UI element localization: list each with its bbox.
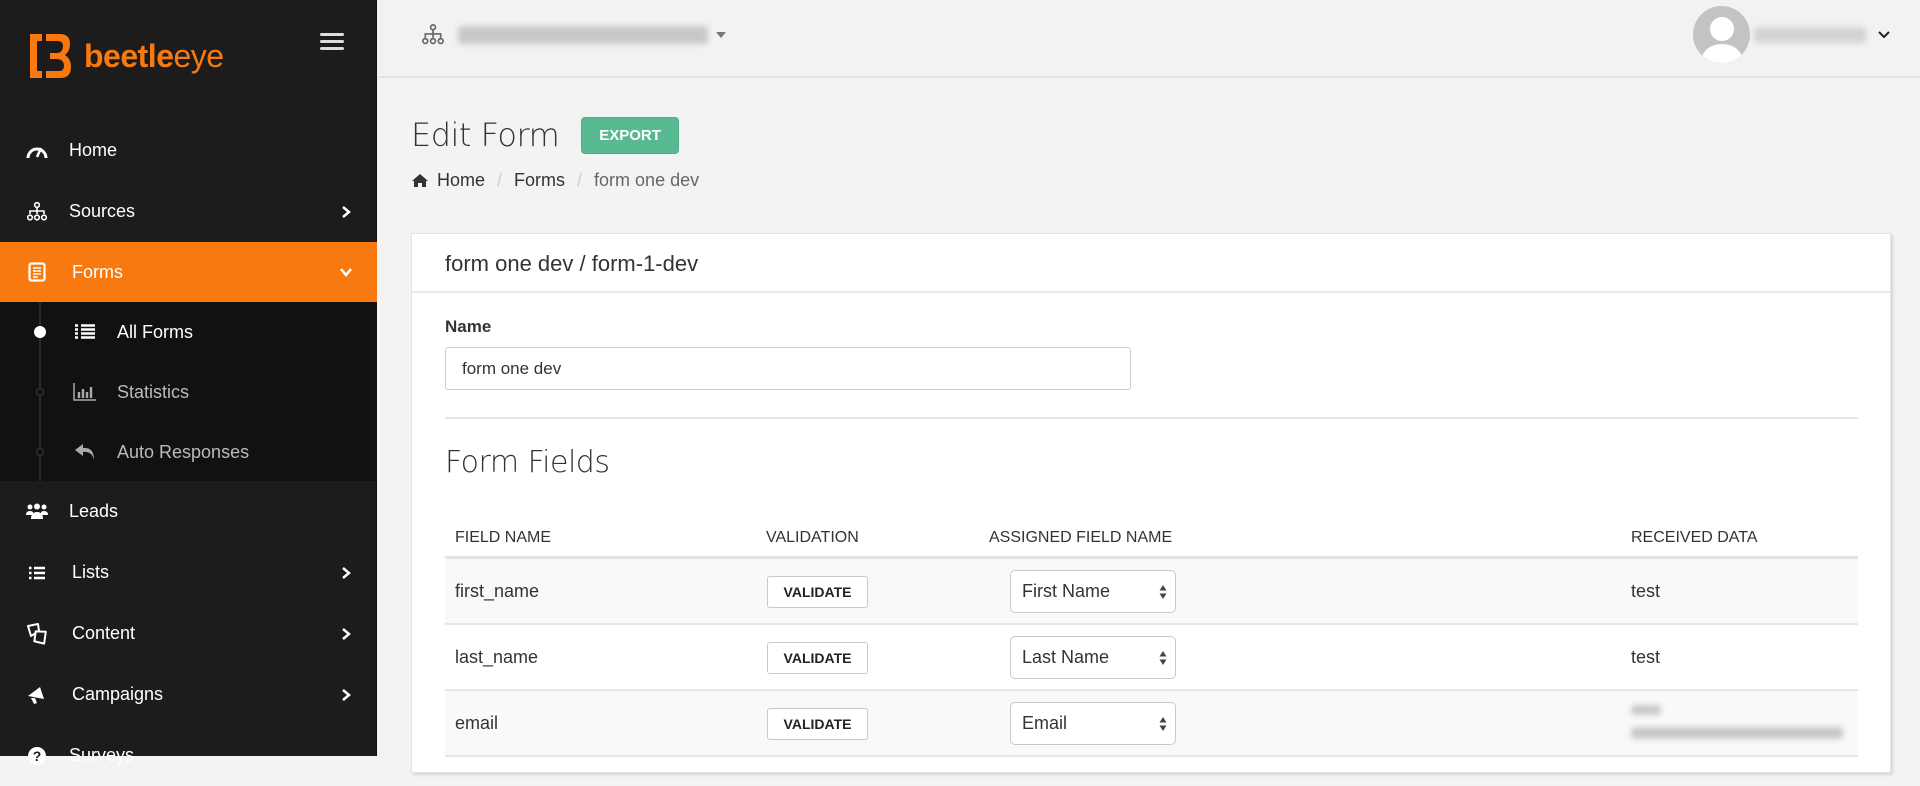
sidebar-subitem-statistics[interactable]: Statistics: [0, 362, 377, 422]
logo[interactable]: beetleeye: [26, 30, 224, 82]
form-card: form one dev / form-1-dev Name Form Fiel…: [411, 233, 1891, 773]
table-row: last_name VALIDATE Last Name test: [445, 625, 1858, 691]
dashboard-icon: [25, 139, 49, 163]
home-icon: [412, 174, 428, 187]
select-value: Last Name: [1022, 647, 1110, 667]
breadcrumb-forms[interactable]: Forms: [514, 170, 565, 191]
breadcrumb: Home / Forms / form one dev: [411, 170, 699, 191]
users-icon: [25, 500, 49, 524]
assigned-field-select[interactable]: Last Name: [1010, 636, 1176, 679]
menu-toggle-icon[interactable]: [320, 33, 344, 51]
sidebar-nav: Home Sources Forms All Forms Statistics …: [0, 120, 377, 786]
name-input[interactable]: [445, 347, 1131, 390]
sidebar-item-label: Leads: [69, 501, 119, 521]
field-name: last_name: [455, 646, 539, 667]
validate-button[interactable]: VALIDATE: [767, 642, 868, 674]
avatar: [1693, 6, 1750, 63]
sidebar-item-label: Home: [69, 140, 118, 160]
validate-button[interactable]: VALIDATE: [767, 576, 868, 608]
page-title: Edit Form: [411, 116, 560, 154]
select-value: Email: [1022, 713, 1068, 733]
org-selector[interactable]: [422, 24, 726, 46]
sidebar-item-label: Auto Responses: [117, 441, 250, 462]
breadcrumb-separator: /: [497, 170, 503, 190]
validate-button[interactable]: VALIDATE: [767, 708, 868, 740]
select-arrows-icon: [1159, 585, 1167, 599]
received-data: test: [1631, 646, 1661, 667]
active-dot: [34, 326, 46, 338]
received-data-blurred: [1631, 705, 1843, 739]
sidebar-item-sources[interactable]: Sources: [0, 181, 377, 242]
field-name: email: [455, 712, 499, 733]
sidebar-item-forms[interactable]: Forms: [0, 242, 377, 302]
sidebar-item-lists[interactable]: Lists: [0, 542, 377, 603]
breadcrumb-home[interactable]: Home: [437, 170, 485, 191]
assigned-field-select[interactable]: Email: [1010, 702, 1176, 745]
sitemap-icon: [422, 24, 444, 45]
bullhorn-icon: [25, 683, 49, 707]
breadcrumb-separator: /: [577, 170, 583, 190]
list-ul-icon: [25, 561, 49, 585]
forms-submenu: All Forms Statistics Auto Responses: [0, 302, 377, 481]
column-header: ASSIGNED FIELD NAME: [989, 528, 1173, 546]
bar-chart-icon: [73, 380, 97, 404]
beetleeye-logo-icon: [30, 34, 71, 78]
sidebar: beetleeye Home Sources Forms All Forms S…: [0, 0, 377, 765]
column-header: RECEIVED DATA: [1631, 528, 1758, 546]
org-name-blurred: [458, 26, 708, 44]
sidebar-subitem-auto-responses[interactable]: Auto Responses: [0, 422, 377, 482]
sidebar-item-leads[interactable]: Leads: [0, 481, 377, 542]
inactive-dot: [36, 448, 44, 456]
inactive-dot: [36, 388, 44, 396]
top-header: [378, 0, 1920, 78]
sidebar-item-label: Content: [72, 623, 136, 643]
select-arrows-icon: [1159, 651, 1167, 665]
sidebar-subitem-all-forms[interactable]: All Forms: [0, 302, 377, 362]
content-icon: [25, 622, 49, 646]
breadcrumb-current: form one dev: [594, 170, 700, 190]
field-name: first_name: [455, 580, 540, 601]
name-label: Name: [445, 317, 492, 336]
sidebar-item-label: Lists: [72, 562, 110, 582]
sidebar-item-label: Statistics: [117, 381, 190, 402]
chevron-down-icon: [340, 268, 352, 277]
user-menu[interactable]: [1693, 6, 1890, 63]
chevron-right-icon: [342, 627, 351, 640]
sidebar-item-label: Sources: [69, 201, 136, 221]
assigned-field-select[interactable]: First Name: [1010, 570, 1176, 613]
form-fields-heading: Form Fields: [445, 445, 610, 480]
sidebar-item-label: All Forms: [117, 321, 193, 342]
form-fields-table: FIELD NAME VALIDATION ASSIGNED FIELD NAM…: [445, 519, 1858, 757]
select-arrows-icon: [1159, 717, 1167, 731]
card-title: form one dev / form-1-dev: [412, 234, 1890, 293]
sidebar-item-content[interactable]: Content: [0, 603, 377, 664]
list-icon: [73, 320, 97, 344]
export-button[interactable]: EXPORT: [581, 116, 679, 154]
sidebar-item-label: Forms: [72, 261, 123, 282]
table-row: email VALIDATE Email: [445, 691, 1858, 757]
chevron-right-icon: [342, 205, 351, 218]
table-header: FIELD NAME VALIDATION ASSIGNED FIELD NAM…: [445, 519, 1858, 559]
divider: [445, 417, 1858, 419]
logo-text: beetleeye: [84, 38, 224, 74]
chevron-right-icon: [342, 566, 351, 579]
form-icon: [25, 260, 49, 284]
select-value: First Name: [1022, 581, 1111, 601]
column-header: VALIDATION: [766, 528, 859, 546]
chevron-down-icon: [1878, 30, 1890, 38]
user-name-blurred: [1754, 26, 1866, 43]
received-data: test: [1631, 580, 1661, 601]
column-header: FIELD NAME: [455, 528, 552, 546]
sidebar-item-campaigns[interactable]: Campaigns: [0, 664, 377, 725]
sidebar-item-home[interactable]: Home: [0, 120, 377, 181]
caret-down-icon: [716, 32, 726, 38]
sidebar-item-label: Campaigns: [72, 684, 164, 704]
reply-icon: [73, 440, 97, 464]
page-title-row: Edit Form EXPORT: [411, 116, 679, 154]
table-row: first_name VALIDATE First Name test: [445, 559, 1858, 625]
sitemap-icon: [25, 200, 49, 224]
chevron-right-icon: [342, 688, 351, 701]
